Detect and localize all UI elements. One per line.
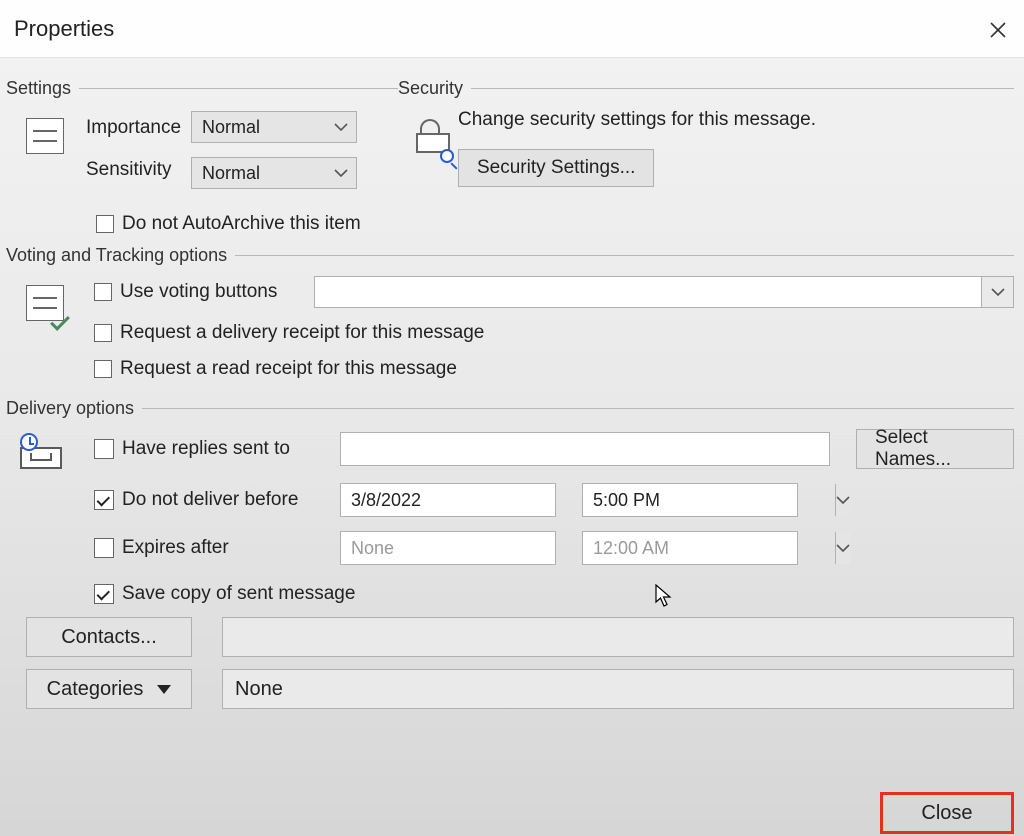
security-settings-button[interactable]: Security Settings... (458, 149, 654, 187)
autoarchive-checkbox[interactable]: Do not AutoArchive this item (96, 213, 1014, 235)
security-text: Change security settings for this messag… (458, 109, 1014, 131)
contacts-button[interactable]: Contacts... (26, 617, 192, 657)
voting-group-header: Voting and Tracking options (6, 245, 1014, 266)
use-voting-checkbox[interactable]: Use voting buttons (94, 281, 294, 303)
properties-list-icon (26, 118, 64, 154)
security-group-header: Security (398, 78, 1014, 99)
categories-button[interactable]: Categories (26, 669, 192, 709)
chevron-down-icon (334, 168, 348, 178)
replies-sent-to-input[interactable] (340, 432, 830, 466)
dialog-title: Properties (14, 16, 114, 42)
sensitivity-select[interactable]: Normal (191, 157, 357, 189)
chevron-down-icon (334, 122, 348, 132)
have-replies-checkbox[interactable]: Have replies sent to (94, 438, 314, 460)
close-button[interactable]: Close (883, 795, 1011, 831)
expires-after-checkbox[interactable]: Expires after (94, 537, 314, 559)
select-names-button[interactable]: Select Names... (856, 429, 1014, 469)
lock-icon (414, 119, 452, 159)
divider (79, 88, 398, 89)
close-button-highlight: Close (880, 792, 1014, 834)
expires-time-combo[interactable] (582, 531, 798, 565)
read-receipt-checkbox[interactable]: Request a read receipt for this message (94, 358, 1014, 380)
delivery-group-header: Delivery options (6, 398, 1014, 419)
categories-field[interactable]: None (222, 669, 1014, 709)
dropdown-arrow-icon (157, 685, 171, 694)
importance-label: Importance (86, 117, 181, 139)
save-copy-checkbox[interactable]: Save copy of sent message (94, 583, 1014, 605)
title-bar: Properties (0, 0, 1024, 58)
divider (142, 408, 1014, 409)
contacts-field[interactable] (222, 617, 1014, 657)
chevron-down-icon (835, 484, 850, 516)
delivery-tray-icon (20, 433, 62, 469)
not-before-date-combo[interactable] (340, 483, 556, 517)
voting-list-icon (26, 285, 64, 321)
settings-group-header: Settings (6, 78, 398, 99)
divider (235, 255, 1014, 256)
voting-buttons-select[interactable] (314, 276, 1014, 308)
not-before-time-combo[interactable] (582, 483, 798, 517)
do-not-deliver-before-checkbox[interactable]: Do not deliver before (94, 489, 314, 511)
chevron-down-icon (835, 532, 850, 564)
sensitivity-label: Sensitivity (86, 159, 181, 181)
expires-date-combo[interactable] (340, 531, 556, 565)
divider (471, 88, 1014, 89)
importance-select[interactable]: Normal (191, 111, 357, 143)
chevron-down-icon (981, 277, 1013, 307)
delivery-receipt-checkbox[interactable]: Request a delivery receipt for this mess… (94, 322, 1014, 344)
close-icon[interactable] (982, 14, 1014, 46)
